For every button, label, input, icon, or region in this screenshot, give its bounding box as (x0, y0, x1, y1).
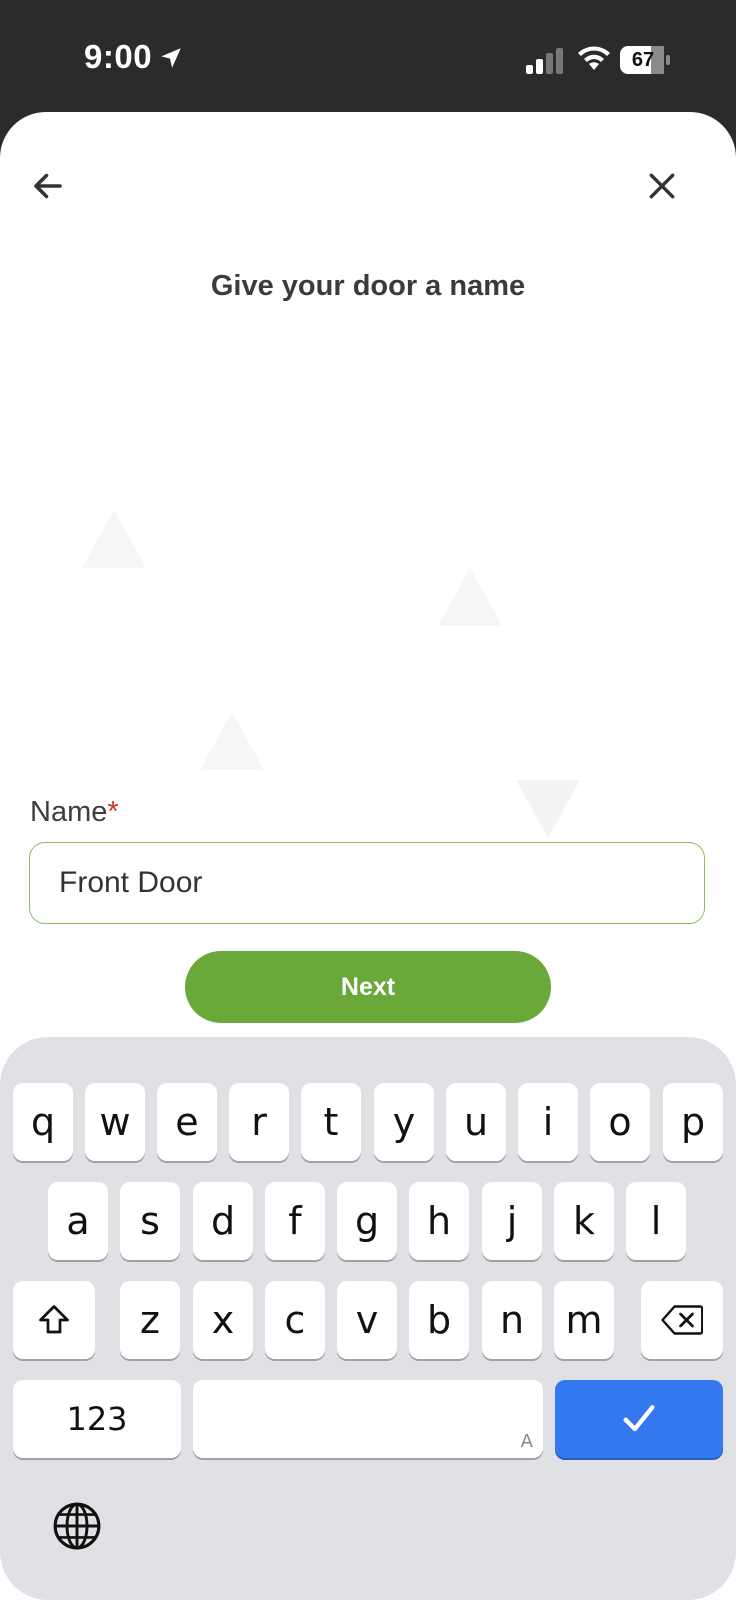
globe-icon[interactable] (52, 1501, 102, 1551)
key-q[interactable]: q (13, 1083, 73, 1161)
key-i[interactable]: i (518, 1083, 578, 1161)
close-button[interactable] (638, 162, 686, 210)
name-input[interactable]: Front Door (29, 842, 705, 924)
key-d[interactable]: d (193, 1182, 253, 1260)
arrow-left-icon (34, 173, 62, 199)
key-w[interactable]: w (85, 1083, 145, 1161)
key-z[interactable]: z (120, 1281, 180, 1359)
background-pattern (200, 712, 264, 770)
shift-key[interactable] (13, 1281, 95, 1359)
shift-icon (39, 1305, 69, 1334)
background-pattern (82, 510, 146, 568)
key-p[interactable]: p (663, 1083, 723, 1161)
key-f[interactable]: f (265, 1182, 325, 1260)
key-m[interactable]: m (554, 1281, 614, 1359)
key-h[interactable]: h (409, 1182, 469, 1260)
status-time: 9:00 (84, 38, 153, 75)
backspace-key[interactable] (641, 1281, 723, 1359)
battery-percentage: 67 (631, 49, 655, 71)
key-x[interactable]: x (193, 1281, 253, 1359)
key-l[interactable]: l (626, 1182, 686, 1260)
key-k[interactable]: k (554, 1182, 614, 1260)
cellular-signal-icon (526, 48, 563, 74)
next-button[interactable]: Next (185, 951, 551, 1023)
required-marker: * (107, 796, 119, 828)
name-label-text: Name (30, 796, 108, 828)
location-arrow-icon (161, 48, 181, 68)
key-b[interactable]: b (409, 1281, 469, 1359)
backspace-icon (661, 1305, 703, 1335)
key-c[interactable]: c (265, 1281, 325, 1359)
close-icon (649, 173, 675, 199)
wifi-icon (578, 46, 610, 70)
key-a[interactable]: a (48, 1182, 108, 1260)
key-j[interactable]: j (482, 1182, 542, 1260)
key-s[interactable]: s (120, 1182, 180, 1260)
key-v[interactable]: v (337, 1281, 397, 1359)
page-title: Give your door a name (210, 270, 526, 302)
key-u[interactable]: u (446, 1083, 506, 1161)
space-key[interactable]: A (193, 1380, 543, 1458)
numbers-key[interactable]: 123 (13, 1380, 181, 1458)
key-g[interactable]: g (337, 1182, 397, 1260)
on-screen-keyboard: q w e r t y u i o p a s d f g h j k l z … (0, 1037, 736, 1600)
key-r[interactable]: r (229, 1083, 289, 1161)
key-n[interactable]: n (482, 1281, 542, 1359)
name-field-label: Name* (30, 796, 119, 829)
key-o[interactable]: o (590, 1083, 650, 1161)
status-bar: 9:00 67 (0, 0, 736, 118)
key-y[interactable]: y (374, 1083, 434, 1161)
background-pattern (438, 568, 502, 626)
background-pattern (516, 780, 580, 838)
space-key-hint: A (520, 1431, 533, 1452)
key-e[interactable]: e (157, 1083, 217, 1161)
name-input-value: Front Door (59, 866, 203, 899)
checkmark-icon (623, 1405, 655, 1432)
back-button[interactable] (24, 162, 72, 210)
done-key[interactable] (555, 1380, 723, 1458)
key-t[interactable]: t (301, 1083, 361, 1161)
